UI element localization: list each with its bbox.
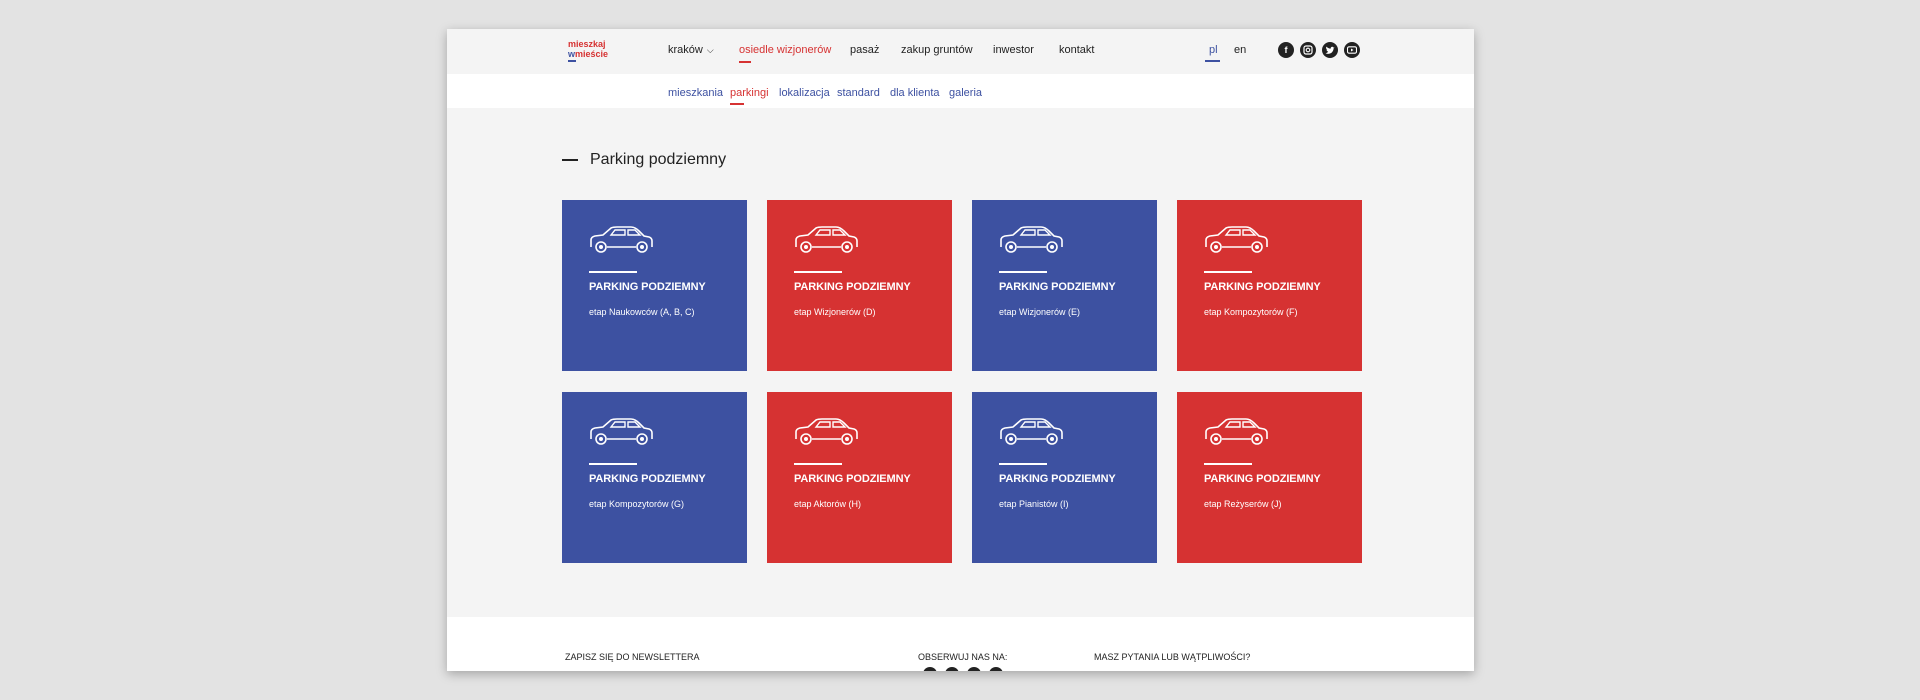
logo[interactable]: mieszkaj wmieście — [568, 39, 608, 62]
parking-tile[interactable]: PARKING PODZIEMNY etap Naukowców (A, B, … — [562, 200, 747, 371]
car-icon — [590, 418, 653, 445]
subnav-item-dla-klienta[interactable]: dla klienta — [890, 87, 940, 99]
tile-stage: etap Kompozytorów (G) — [589, 499, 685, 509]
car-icon — [1205, 226, 1268, 253]
tile-title: PARKING PODZIEMNY — [794, 473, 911, 485]
youtube-icon[interactable] — [1344, 42, 1360, 58]
tile-title: PARKING PODZIEMNY — [999, 473, 1116, 485]
newsletter-heading: ZAPISZ SIĘ DO NEWSLETTERA — [565, 652, 700, 662]
sub-navigation: mieszkania parkingi lokalizacja standard… — [447, 74, 1474, 108]
chevron-down-icon: ⌵ — [706, 45, 714, 55]
subnav-item-galeria[interactable]: galeria — [949, 87, 982, 99]
tile-stage: etap Wizjonerów (D) — [794, 307, 876, 317]
tile-stage: etap Kompozytorów (F) — [1204, 307, 1298, 317]
lang-en[interactable]: en — [1234, 44, 1246, 56]
tile-divider — [589, 271, 637, 273]
subnav-item-mieszkania[interactable]: mieszkania — [668, 87, 723, 99]
logo-underline — [568, 60, 576, 62]
twitter-icon[interactable] — [1322, 42, 1338, 58]
car-icon — [1000, 418, 1063, 445]
tile-stage: etap Naukowców (A, B, C) — [589, 307, 695, 317]
top-navigation: mieszkaj wmieście kraków ⌵ osiedle wizjon… — [447, 29, 1474, 74]
browser-page: mieszkaj wmieście kraków ⌵ osiedle wizjon… — [447, 29, 1474, 671]
nav-item-pasaz[interactable]: pasaż — [850, 44, 879, 56]
parking-tile[interactable]: PARKING PODZIEMNY etap Kompozytorów (F) — [1177, 200, 1362, 371]
tile-divider — [1204, 271, 1252, 273]
nav-item-osiedle-wizjonerow[interactable]: osiedle wizjonerów — [739, 44, 831, 63]
parking-tile[interactable]: PARKING PODZIEMNY etap Wizjonerów (E) — [972, 200, 1157, 371]
nav-item-kontakt[interactable]: kontakt — [1059, 44, 1094, 56]
tile-stage: etap Wizjonerów (E) — [999, 307, 1081, 317]
tile-title: PARKING PODZIEMNY — [589, 281, 706, 293]
tile-stage: etap Aktorów (H) — [794, 499, 862, 509]
tile-divider — [794, 463, 842, 465]
logo-w: w — [568, 49, 576, 59]
subnav-item-parkingi[interactable]: parkingi — [730, 87, 769, 105]
tile-stage: etap Reżyserów (J) — [1204, 499, 1282, 509]
car-icon — [1000, 226, 1063, 253]
footer — [447, 617, 1474, 671]
section-dash — [562, 159, 578, 161]
car-icon — [1205, 418, 1268, 445]
tile-divider — [999, 271, 1047, 273]
questions-heading: MASZ PYTANIA LUB WĄTPLIWOŚCI? — [1094, 652, 1251, 662]
tile-divider — [1204, 463, 1252, 465]
parking-tile[interactable]: PARKING PODZIEMNY etap Pianistów (I) — [972, 392, 1157, 563]
car-icon — [795, 418, 858, 445]
lang-pl[interactable]: pl — [1205, 44, 1220, 62]
instagram-icon[interactable] — [1300, 42, 1316, 58]
section-title: Parking podziemny — [590, 151, 727, 168]
subnav-item-standard[interactable]: standard — [837, 87, 880, 99]
tile-divider — [999, 463, 1047, 465]
parking-tile[interactable]: PARKING PODZIEMNY etap Wizjonerów (D) — [767, 200, 952, 371]
car-icon — [590, 226, 653, 253]
nav-item-zakup-gruntow[interactable]: zakup gruntów — [901, 44, 973, 56]
nav-item-label: kraków — [668, 44, 703, 56]
parking-tile[interactable]: PARKING PODZIEMNY etap Reżyserów (J) — [1177, 392, 1362, 563]
facebook-icon[interactable]: f — [1278, 42, 1294, 58]
nav-item-krakow[interactable]: kraków ⌵ — [668, 44, 714, 56]
tile-stage: etap Pianistów (I) — [999, 499, 1069, 509]
parking-tile[interactable]: PARKING PODZIEMNY etap Kompozytorów (G) — [562, 392, 747, 563]
logo-line1: mieszkaj — [568, 39, 606, 49]
car-icon — [795, 226, 858, 253]
tile-title: PARKING PODZIEMNY — [794, 281, 911, 293]
tile-title: PARKING PODZIEMNY — [589, 473, 706, 485]
tile-divider — [794, 271, 842, 273]
tile-title: PARKING PODZIEMNY — [1204, 281, 1321, 293]
tile-divider — [589, 463, 637, 465]
logo-line2: wmieście — [568, 49, 608, 59]
parking-tile[interactable]: PARKING PODZIEMNY etap Aktorów (H) — [767, 392, 952, 563]
nav-item-inwestor[interactable]: inwestor — [993, 44, 1034, 56]
tile-title: PARKING PODZIEMNY — [999, 281, 1116, 293]
follow-heading: OBSERWUJ NAS NA: — [918, 652, 1008, 662]
logo-line2-rest: mieście — [575, 49, 609, 59]
subnav-item-lokalizacja[interactable]: lokalizacja — [779, 87, 830, 99]
tile-title: PARKING PODZIEMNY — [1204, 473, 1321, 485]
